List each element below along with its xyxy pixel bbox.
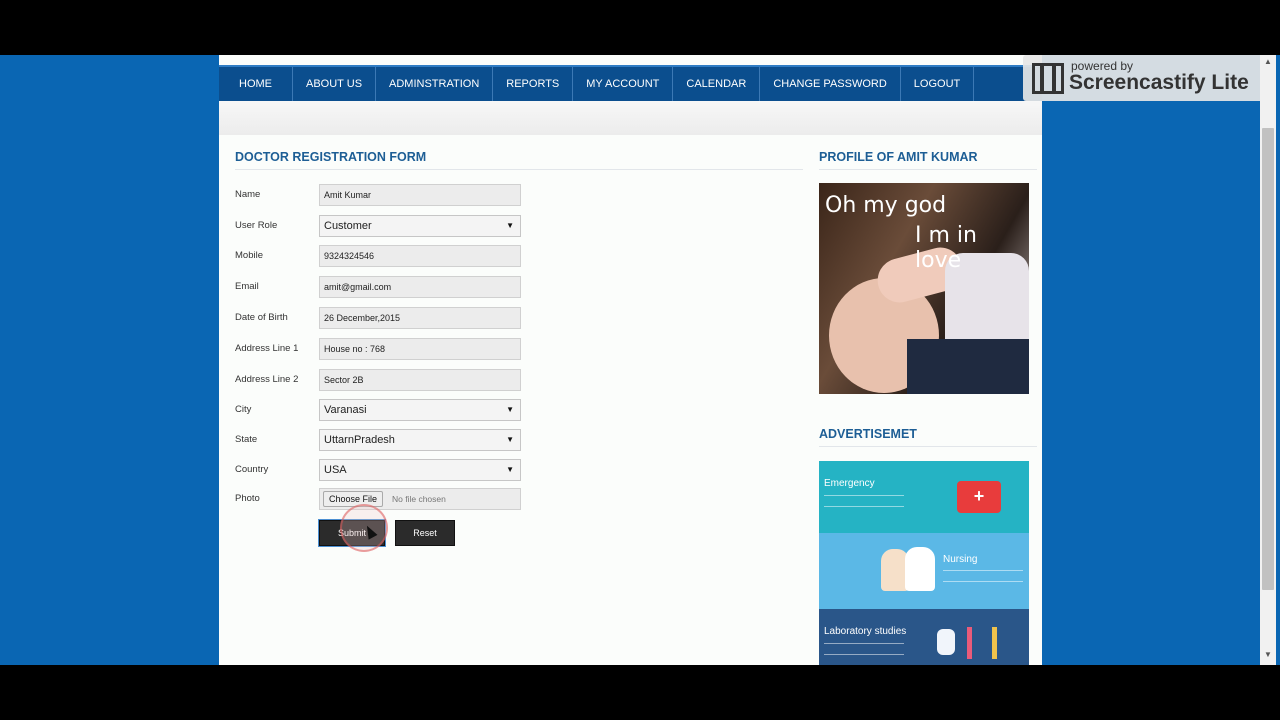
choose-file-button[interactable]: Choose File: [323, 491, 384, 507]
reset-button[interactable]: Reset: [395, 520, 455, 546]
screencastify-logo-text: Screencastify Lite: [1069, 71, 1249, 94]
city-selected-value: Varanasi: [324, 404, 367, 416]
profile-title: PROFILE OF AMIT KUMAR: [819, 150, 978, 164]
nav-about-us[interactable]: ABOUT US: [293, 67, 377, 101]
nav-logout[interactable]: LOGOUT: [901, 67, 975, 101]
laboratory-text-lines: [824, 643, 904, 655]
nursing-text-lines: [943, 570, 1023, 582]
photo-caption-line-2: I m in love: [915, 223, 977, 273]
photo-label: Photo: [235, 493, 260, 504]
state-selected-value: UttarnPradesh: [324, 434, 395, 446]
user-role-selected-value: Customer: [324, 220, 372, 232]
address-line-1-label: Address Line 1: [235, 343, 299, 354]
profile-photo: Oh my god I m in love: [819, 183, 1029, 394]
address-line-1-input[interactable]: House no : 768: [319, 338, 521, 360]
profile-title-divider: [819, 169, 1037, 170]
scrollbar-thumb[interactable]: [1262, 128, 1274, 590]
laboratory-label: Laboratory studies: [824, 626, 907, 637]
doctor-icon: [905, 547, 935, 591]
country-selected-value: USA: [324, 464, 347, 476]
user-role-select[interactable]: Customer ▼: [319, 215, 521, 237]
advertisement-title-divider: [819, 446, 1037, 447]
user-role-label: User Role: [235, 220, 278, 231]
date-of-birth-label: Date of Birth: [235, 312, 288, 323]
subheader-bar: [219, 101, 1042, 135]
nav-reports[interactable]: REPORTS: [493, 67, 574, 101]
state-label: State: [235, 434, 258, 445]
nav-home[interactable]: HOME: [219, 67, 293, 101]
scroll-up-arrow-icon[interactable]: ▲: [1263, 57, 1273, 66]
film-strip-icon: [1032, 63, 1064, 94]
nav-change-password[interactable]: CHANGE PASSWORD: [760, 67, 901, 101]
form-title: DOCTOR REGISTRATION FORM: [235, 150, 427, 164]
nav-administration[interactable]: ADMINSTRATION: [376, 67, 494, 101]
photo-vest-shape: [907, 339, 1029, 394]
emergency-label: Emergency: [824, 478, 875, 489]
mobile-input[interactable]: 9324324546: [319, 245, 521, 267]
country-select[interactable]: USA ▼: [319, 459, 521, 481]
chevron-down-icon: ▼: [506, 435, 514, 444]
city-select[interactable]: Varanasi ▼: [319, 399, 521, 421]
mobile-label: Mobile: [235, 250, 263, 261]
test-tubes-icon: [967, 627, 997, 659]
chevron-down-icon: ▼: [506, 221, 514, 230]
chevron-down-icon: ▼: [506, 405, 514, 414]
city-label: City: [235, 404, 252, 415]
email-input[interactable]: amit@gmail.com: [319, 276, 521, 298]
nursing-label: Nursing: [943, 554, 978, 565]
medical-cross-icon: +: [973, 486, 985, 506]
emergency-text-lines: [824, 495, 904, 507]
browser-viewport: HOME ABOUT US ADMINSTRATION REPORTS MY A…: [0, 55, 1280, 665]
form-title-divider: [235, 169, 803, 170]
country-label: Country: [235, 464, 269, 475]
photo-file-input[interactable]: Choose File No file chosen: [319, 488, 521, 510]
advertisement-title: ADVERTISEMET: [819, 427, 917, 441]
name-input[interactable]: Amit Kumar: [319, 184, 521, 206]
name-label: Name: [235, 189, 261, 200]
date-of-birth-input[interactable]: 26 December,2015: [319, 307, 521, 329]
state-select[interactable]: UttarnPradesh ▼: [319, 429, 521, 451]
top-navigation: HOME ABOUT US ADMINSTRATION REPORTS MY A…: [219, 65, 1042, 101]
chevron-down-icon: ▼: [506, 465, 514, 474]
screencastify-watermark: powered by Screencastify Lite: [1023, 55, 1271, 101]
advertisement-banner[interactable]: Emergency Nursing Laboratory studies +: [819, 461, 1029, 665]
nav-my-account[interactable]: MY ACCOUNT: [573, 67, 674, 101]
email-label: Email: [235, 281, 259, 292]
photo-caption-line-1: Oh my god: [825, 193, 947, 218]
nav-calendar[interactable]: CALENDAR: [673, 67, 761, 101]
address-line-2-label: Address Line 2: [235, 374, 299, 385]
microscope-icon: [937, 629, 955, 655]
file-status: No file chosen: [392, 494, 446, 504]
laboratory-panel: Laboratory studies: [819, 609, 1029, 665]
web-page: HOME ABOUT US ADMINSTRATION REPORTS MY A…: [219, 55, 1042, 665]
scroll-down-arrow-icon[interactable]: ▼: [1263, 650, 1273, 659]
address-line-2-input[interactable]: Sector 2B: [319, 369, 521, 391]
